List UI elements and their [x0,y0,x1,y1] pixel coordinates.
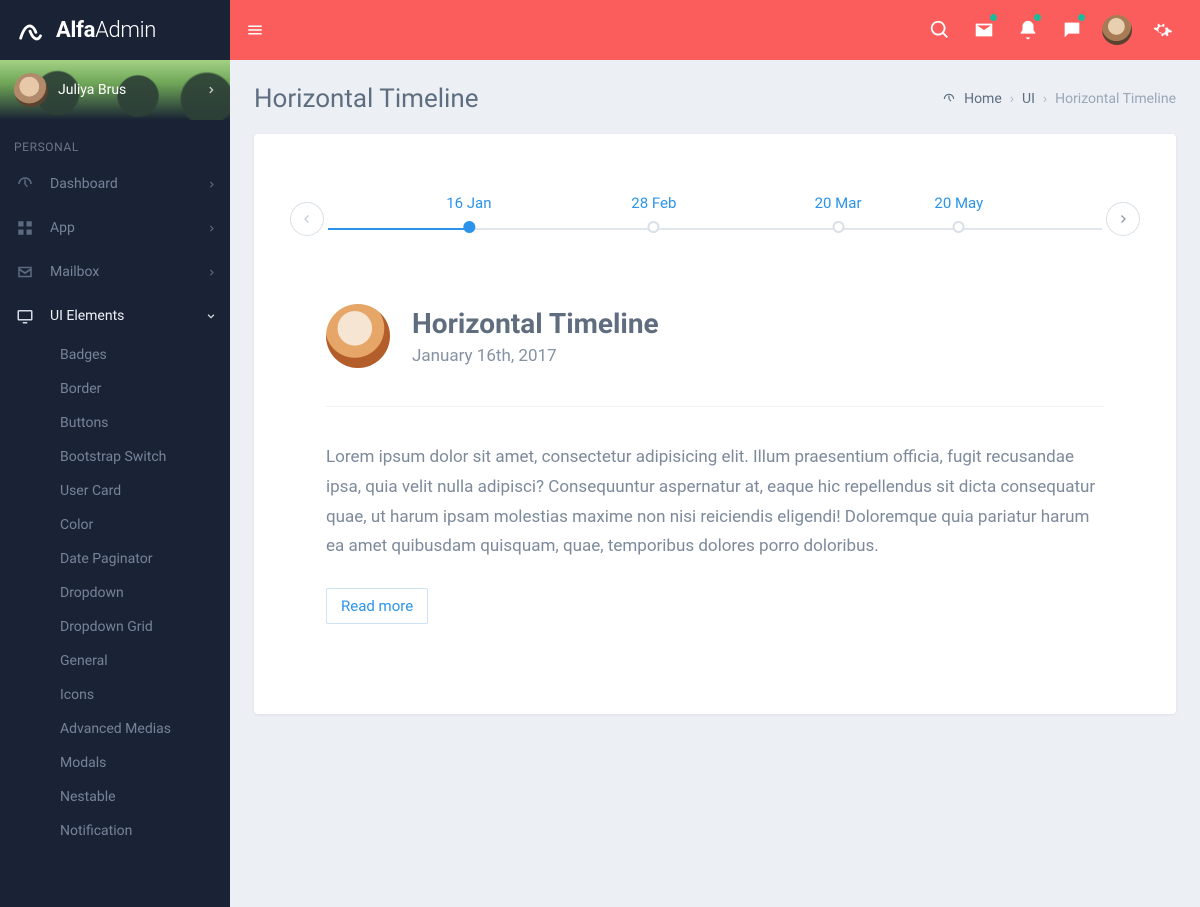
apps-icon [14,219,36,237]
sidebar-sub-item[interactable]: Nestable [60,780,230,814]
breadcrumb: Home › UI › Horizontal Timeline [942,91,1176,107]
chat-icon[interactable] [1050,10,1094,50]
notification-dot [990,14,997,21]
timeline-strip: 16 Jan 28 Feb 20 Mar 20 May [290,194,1140,244]
sidebar-sub-item[interactable]: Date Paginator [60,542,230,576]
page-title: Horizontal Timeline [254,84,942,114]
timeline-stop-dot [832,221,844,233]
sidebar-user[interactable]: Juliya Brus [0,60,230,120]
sidebar-sub-item[interactable]: Color [60,508,230,542]
notification-dot [1034,14,1041,21]
timeline-stop[interactable]: 20 Mar [815,194,862,233]
bell-icon[interactable] [1006,10,1050,50]
sidebar-item-app[interactable]: App [0,206,230,250]
sidebar-item-mailbox[interactable]: Mailbox [0,250,230,294]
sidebar-item-dashboard[interactable]: Dashboard [0,162,230,206]
sidebar-item-ui-elements[interactable]: UI Elements [0,294,230,338]
read-more-button[interactable]: Read more [326,588,428,624]
timeline-card: 16 Jan 28 Feb 20 Mar 20 May Horizontal Time… [254,134,1176,714]
avatar [14,73,48,107]
timeline-stop-label: 20 Mar [815,194,862,212]
timeline-stop-label: 16 Jan [446,194,491,212]
chevron-right-icon [207,180,216,189]
sidebar-nav: Dashboard App Mailbox UI Elements [0,162,230,338]
timeline-prev-button[interactable] [290,202,324,236]
timeline-stop-dot [648,221,660,233]
timeline-stop-label: 28 Feb [631,194,676,212]
dashboard-icon [14,175,36,193]
search-icon[interactable] [918,10,962,50]
sidebar-sub-item[interactable]: User Card [60,474,230,508]
nav-label: Dashboard [50,176,207,192]
sidebar-sub-item[interactable]: Modals [60,746,230,780]
notification-dot [1078,14,1085,21]
chevron-right-icon [207,224,216,233]
timeline-stop[interactable]: 16 Jan [446,194,491,233]
brand-logo[interactable]: AlfaAdmin [0,0,230,60]
nav-label: App [50,220,207,236]
sidebar-sub-item[interactable]: Buttons [60,406,230,440]
timeline-stop-dot [463,221,475,233]
timeline-stop[interactable]: 28 Feb [631,194,676,233]
main: Horizontal Timeline Home › UI › Horizont… [230,0,1200,907]
sidebar-sub-item[interactable]: Dropdown Grid [60,610,230,644]
post-title: Horizontal Timeline [412,307,659,340]
nav-label: UI Elements [50,308,206,324]
gear-icon[interactable] [1140,10,1184,50]
chevron-down-icon [206,311,216,321]
sidebar-sub-item[interactable]: Badges [60,338,230,372]
timeline-next-button[interactable] [1106,202,1140,236]
page-header: Horizontal Timeline Home › UI › Horizont… [230,60,1200,124]
sidebar-sub-item[interactable]: Border [60,372,230,406]
sidebar-sub-item[interactable]: Notification [60,814,230,848]
ui-icon [14,307,36,325]
timeline-stop[interactable]: 20 May [934,194,983,233]
timeline-track: 16 Jan 28 Feb 20 Mar 20 May [328,194,1102,244]
mail-icon[interactable] [962,10,1006,50]
mailbox-icon [14,263,36,281]
breadcrumb-current: Horizontal Timeline [1055,91,1176,107]
topbar [230,0,1200,60]
timeline-stop-label: 20 May [934,194,983,212]
timeline-stop-dot [953,221,965,233]
chevron-right-icon: › [1010,91,1014,107]
chevron-right-icon [206,85,216,95]
avatar[interactable] [1102,15,1132,45]
brand-text: AlfaAdmin [56,18,156,43]
user-name: Juliya Brus [58,82,206,98]
post-body: Lorem ipsum dolor sit amet, consectetur … [326,407,1104,562]
sidebar-sub-item[interactable]: Bootstrap Switch [60,440,230,474]
post-date: January 16th, 2017 [412,346,659,366]
avatar [326,304,390,368]
sidebar: AlfaAdmin Juliya Brus PERSONAL Dashboard… [0,0,230,907]
timeline-content: Horizontal Timeline January 16th, 2017 L… [290,244,1140,624]
sidebar-subnav-ui: BadgesBorderButtonsBootstrap SwitchUser … [0,338,230,848]
sidebar-sub-item[interactable]: Dropdown [60,576,230,610]
chevron-right-icon: › [1043,91,1047,107]
sidebar-sub-item[interactable]: Advanced Medias [60,712,230,746]
sidebar-section-title: PERSONAL [0,120,230,162]
sidebar-sub-item[interactable]: Icons [60,678,230,712]
chevron-right-icon [207,268,216,277]
alpha-icon [14,14,46,46]
dashboard-icon [942,92,956,106]
sidebar-sub-item[interactable]: General [60,644,230,678]
breadcrumb-home[interactable]: Home [964,91,1002,107]
menu-toggle-icon[interactable] [246,21,264,39]
nav-label: Mailbox [50,264,207,280]
breadcrumb-ui[interactable]: UI [1022,91,1035,107]
